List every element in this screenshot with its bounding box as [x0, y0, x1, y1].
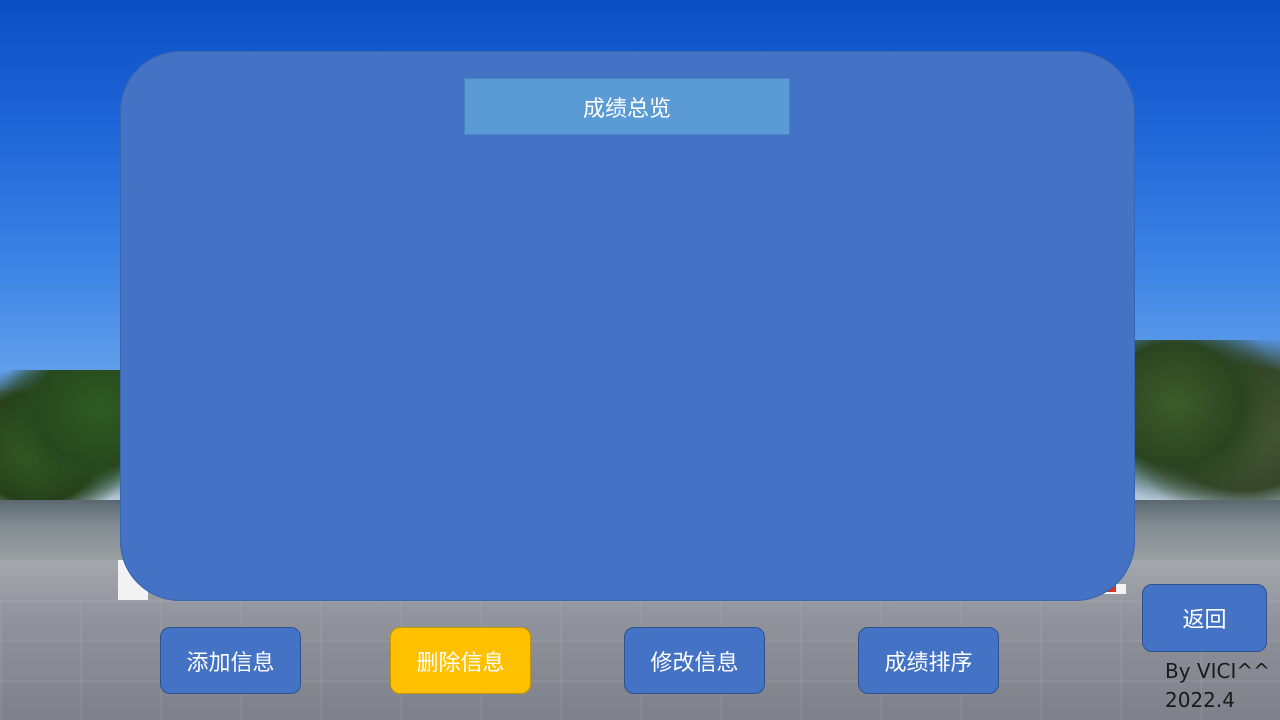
- add-info-button[interactable]: 添加信息: [160, 627, 301, 694]
- delete-info-button[interactable]: 删除信息: [390, 627, 531, 694]
- back-button[interactable]: 返回: [1142, 584, 1267, 652]
- credit-author: By VICI^^: [1165, 659, 1270, 683]
- background-trees-right: [1130, 340, 1280, 500]
- app-screen: 成绩总览 添加信息 删除信息 修改信息 成绩排序 返回 By VICI^^ 20…: [0, 0, 1280, 720]
- credit-date: 2022.4: [1165, 688, 1235, 712]
- sort-scores-button[interactable]: 成绩排序: [858, 627, 999, 694]
- credit-text: By VICI^^ 2022.4: [1165, 657, 1270, 715]
- edit-info-button[interactable]: 修改信息: [624, 627, 765, 694]
- panel-title: 成绩总览: [464, 78, 790, 135]
- background-trees-left: [0, 370, 125, 500]
